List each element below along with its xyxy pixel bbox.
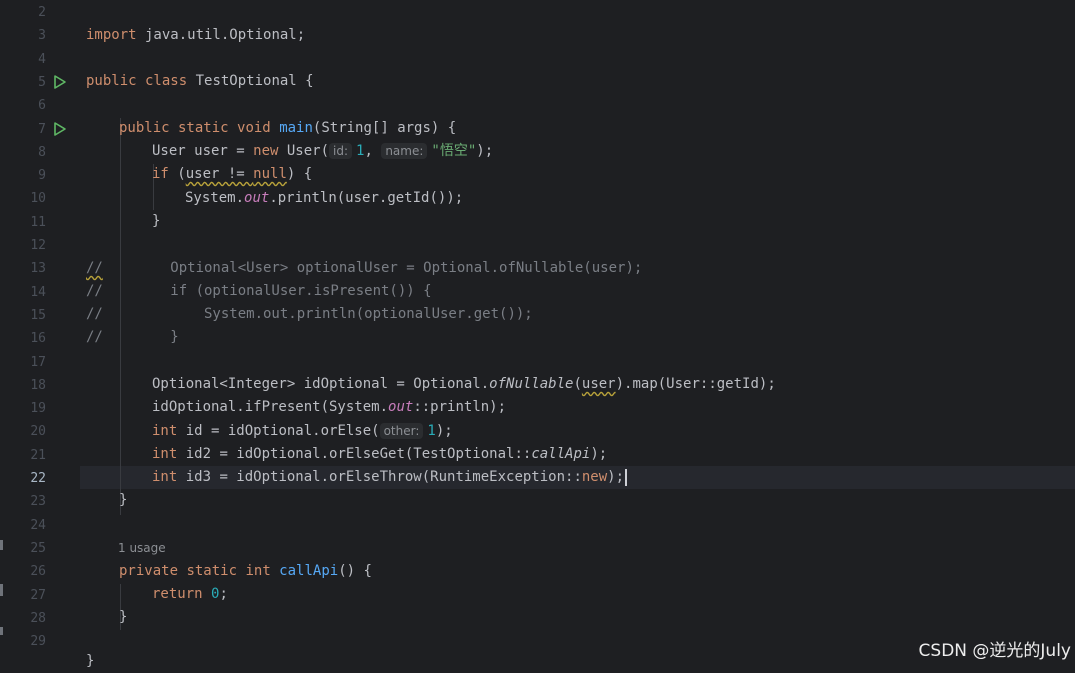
- line-number: 2: [38, 5, 46, 20]
- code-line-8[interactable]: User user = new User(id: 1, name: "悟空");: [152, 140, 493, 163]
- line-number-gutter[interactable]: 2 3 4 5 6 7 8 9 10 11 12 13 14 15 16 17 18 19 20 21 22 23 24 25…: [12, 0, 106, 667]
- line-number: 18: [30, 377, 46, 393]
- code-line-7[interactable]: public static void main(String[] args) {: [119, 117, 456, 140]
- line-number: 16: [30, 331, 46, 347]
- line-number: 17: [30, 354, 46, 370]
- code-line-5[interactable]: public class TestOptional {: [86, 70, 314, 93]
- code-editor[interactable]: 2 3 4 5 6 7 8 9 10 11 12 13 14 15 16 17 18 19 20 21 22 23 24 25…: [0, 0, 1075, 669]
- code-line-26[interactable]: return 0;: [152, 583, 228, 606]
- code-area[interactable]: import java.util.Optional; public class …: [80, 0, 1075, 669]
- line-number: 6: [38, 98, 46, 114]
- run-icon[interactable]: [52, 74, 68, 90]
- line-number: 9: [38, 168, 46, 184]
- usage-hint[interactable]: 1 usage: [118, 539, 166, 557]
- code-line-15[interactable]: // System.out.println(optionalUser.get()…: [86, 303, 533, 326]
- line-number: 5: [38, 74, 46, 90]
- param-hint-name: name:: [381, 143, 428, 159]
- line-number: 11: [30, 214, 46, 230]
- code-line-25[interactable]: private static int callApi() {: [119, 560, 372, 583]
- line-number: 3: [38, 28, 46, 44]
- line-number: 23: [30, 494, 46, 510]
- line-number: 12: [30, 238, 46, 253]
- strip-mark: [0, 627, 3, 635]
- line-number: 10: [30, 191, 46, 207]
- code-line-11[interactable]: }: [152, 210, 160, 233]
- code-line-20[interactable]: int id = idOptional.orElse(other: 1);: [152, 420, 453, 443]
- code-line-27[interactable]: }: [119, 606, 127, 629]
- param-hint-other: other:: [379, 423, 424, 439]
- line-number: 14: [30, 284, 46, 300]
- line-number: 26: [30, 564, 46, 580]
- code-line-23[interactable]: }: [119, 489, 127, 512]
- line-number: 27: [30, 587, 46, 603]
- code-line-14[interactable]: // if (optionalUser.isPresent()) {: [86, 280, 432, 303]
- line-number: 4: [38, 51, 46, 67]
- text-cursor: [625, 468, 628, 486]
- code-line-9[interactable]: if (user != null) {: [152, 163, 312, 186]
- param-hint-id: id:: [329, 143, 353, 159]
- line-number: 7: [38, 121, 46, 137]
- code-line-21[interactable]: int id2 = idOptional.orElseGet(TestOptio…: [152, 443, 607, 466]
- tool-window-strip: [0, 0, 12, 667]
- code-line-3[interactable]: import java.util.Optional;: [86, 24, 305, 47]
- code-line-18[interactable]: Optional<Integer> idOptional = Optional.…: [152, 373, 776, 396]
- line-number: 29: [30, 634, 46, 650]
- line-number: 19: [30, 401, 46, 417]
- code-line-29[interactable]: }: [86, 650, 94, 673]
- watermark: CSDN @逆光的July: [918, 641, 1071, 661]
- line-number: 15: [30, 307, 46, 323]
- line-number: 20: [30, 424, 46, 440]
- line-number: 28: [30, 610, 46, 626]
- line-number: 22: [30, 471, 46, 486]
- code-line-10[interactable]: System.out.println(user.getId());: [185, 187, 463, 210]
- line-number: 24: [30, 517, 46, 533]
- strip-mark: [0, 584, 3, 596]
- run-icon[interactable]: [52, 121, 68, 137]
- line-number: 25: [30, 540, 46, 556]
- line-number: 8: [38, 144, 46, 160]
- code-line-13[interactable]: // Optional<User> optionalUser = Optiona…: [86, 257, 642, 280]
- warning-underline: user !=: [185, 166, 254, 182]
- code-line-16[interactable]: // }: [86, 326, 179, 349]
- code-line-22[interactable]: int id3 = idOptional.orElseThrow(Runtime…: [152, 466, 628, 489]
- code-line-19[interactable]: idOptional.ifPresent(System.out::println…: [152, 396, 506, 419]
- strip-mark: [0, 540, 3, 550]
- line-number: 13: [30, 261, 46, 277]
- line-number: 21: [30, 447, 46, 463]
